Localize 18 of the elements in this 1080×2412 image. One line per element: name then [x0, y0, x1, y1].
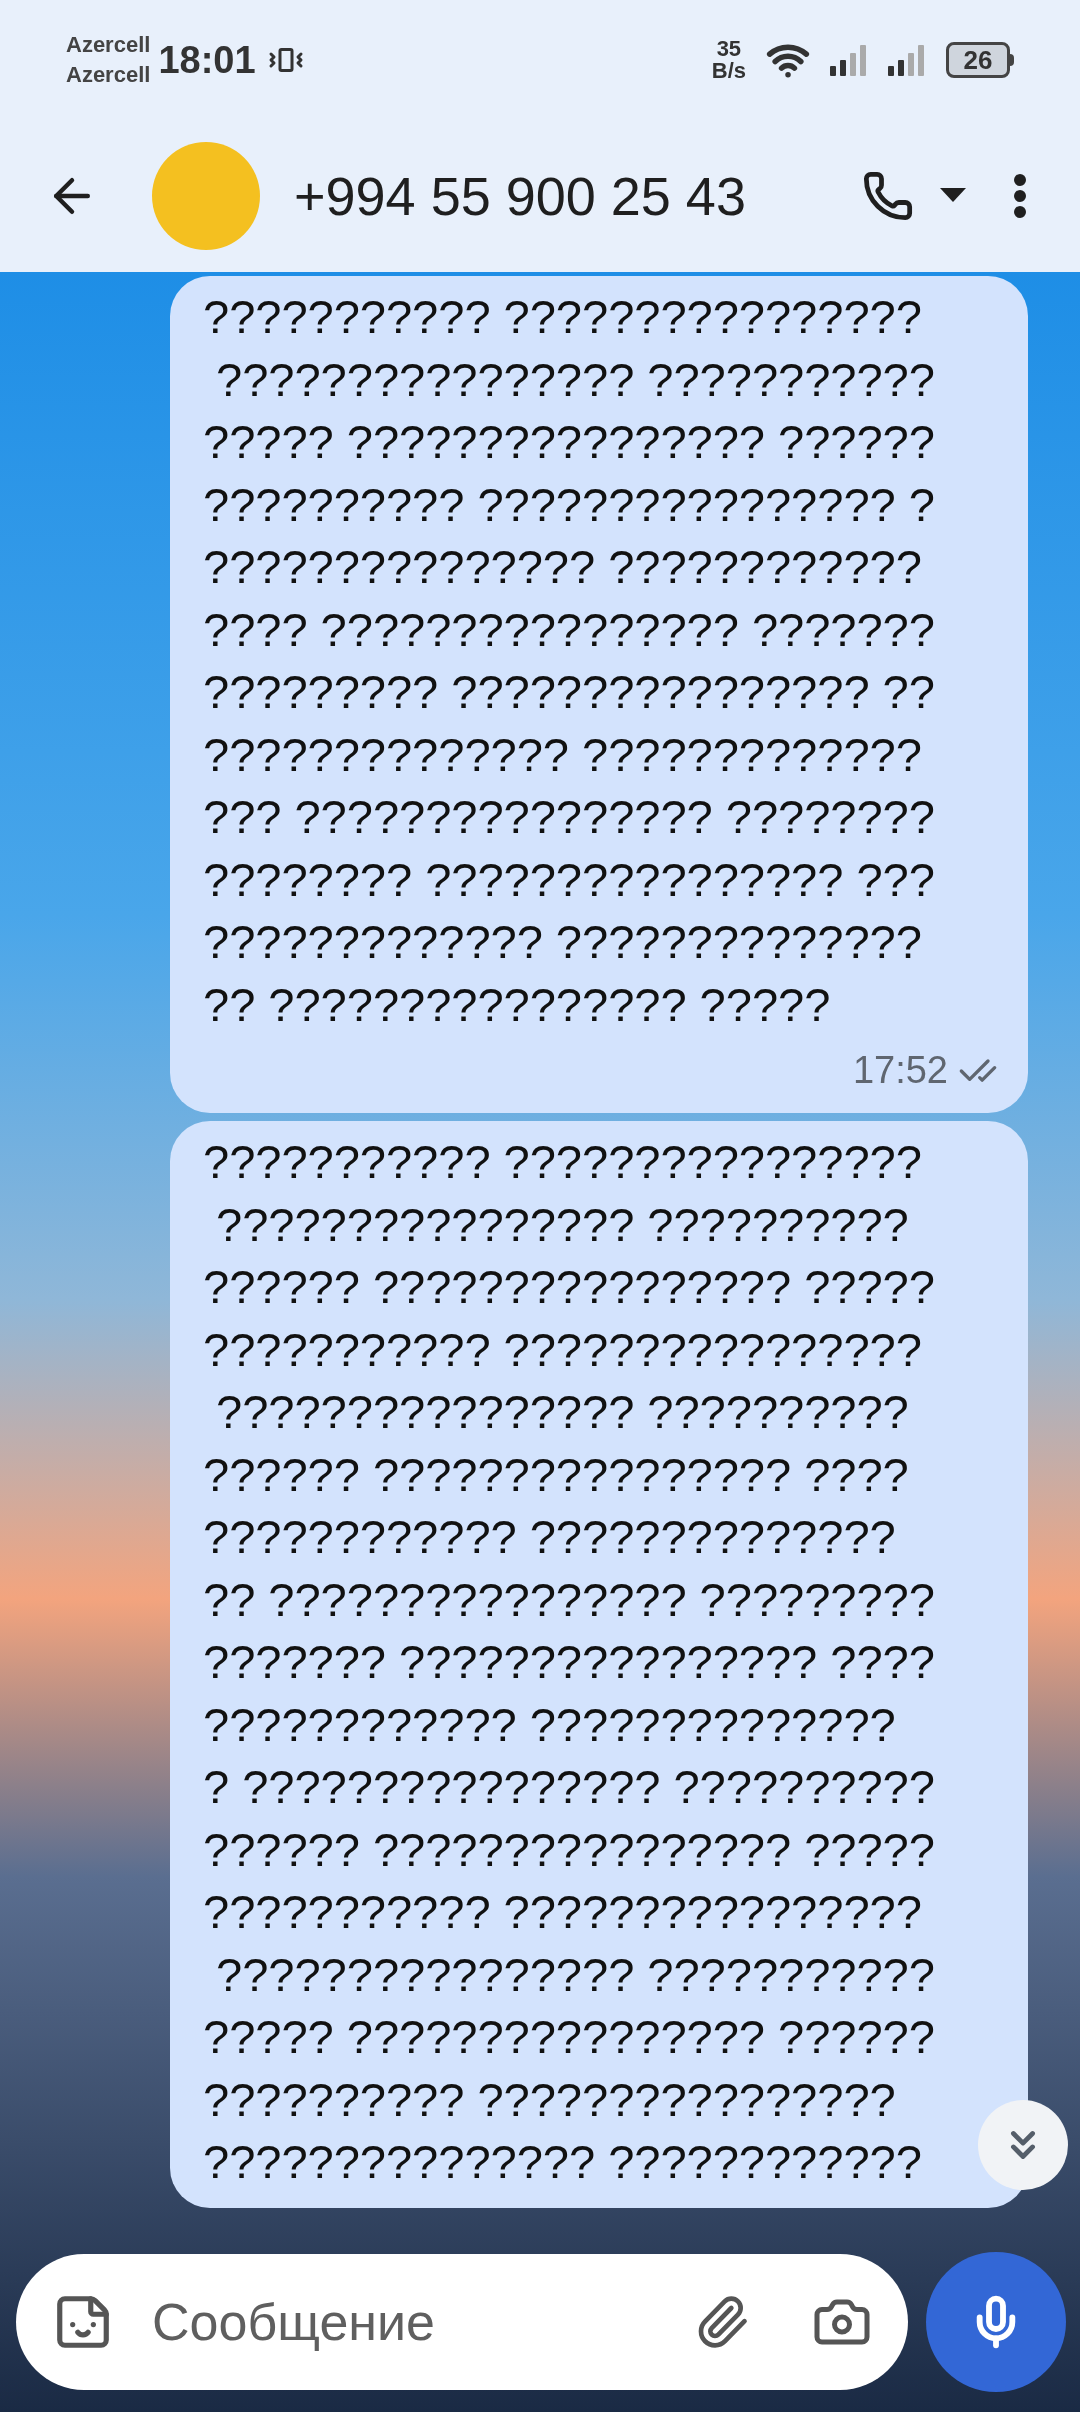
- status-time: 18:01: [158, 37, 256, 83]
- contact-name: +994 55 900 25 43: [294, 164, 746, 228]
- message-placeholder: Сообщение: [152, 2292, 435, 2353]
- carrier-name: Azercell: [66, 31, 151, 59]
- message-bubble[interactable]: [170, 1121, 1028, 2208]
- menu-icon: [1013, 173, 1027, 219]
- message-time: 17:52: [852, 1048, 948, 1093]
- battery-icon: 26: [946, 42, 1010, 78]
- caret-icon[interactable]: [940, 188, 966, 204]
- message-input[interactable]: Сообщение: [16, 2254, 908, 2390]
- phone-icon: [862, 170, 914, 222]
- message-text: ??????????? ???????????????? ???????????????? ?????????? ?????? ???????????????? ????? ??????????? ???????????????? ???????????????? ?????????? ?????? ???????????????? ???? ???????????? ?????????????? ?? ???????????????? ????????? ??????? ???????????????? ???? ???????????? ?????????????? ? ???????????????? ?????????? ?????? ???????????????? ????? ??????????? ???????????????? ???????????????? ??????????? ????? ???????????????? ?????? ?????????? ???????????????? ??????????????? ????????????: [203, 1134, 936, 2190]
- message-text: ??????????? ???????????????? ???????????????? ??????????? ????? ???????????????? ?????? ?????????? ???????????????? ? ??????????????? ???????????? ???? ???????????????? ??????? ????????? ???????????????? ?? ?????????????? ????????????? ??? ???????????????? ???????? ???????? ???????????????? ??? ????????????? ?????????????? ?? ???????????????? ?????: [203, 289, 936, 1033]
- carrier-name: Azercell: [66, 61, 151, 89]
- signal-icon: [830, 44, 868, 76]
- signal-icon: [888, 44, 926, 76]
- message-bubble[interactable]: [170, 276, 1028, 1113]
- net-speed: 35 B/s: [711, 38, 746, 82]
